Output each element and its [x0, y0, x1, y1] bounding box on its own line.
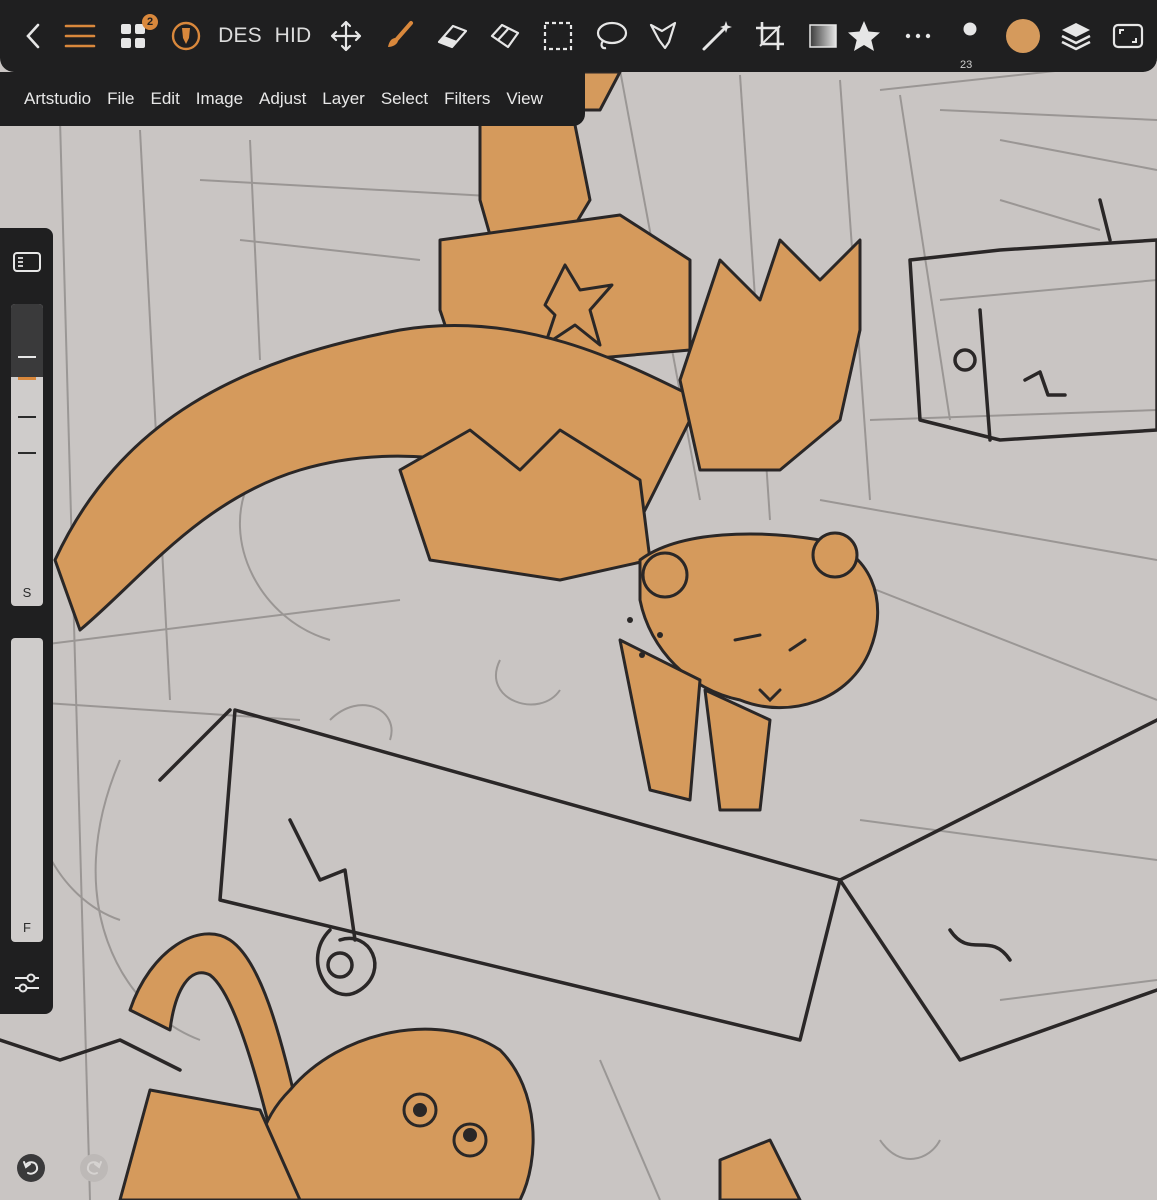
slider-handle[interactable] [18, 377, 36, 380]
brush-size-button[interactable] [955, 14, 985, 44]
move-arrows-icon [330, 20, 362, 52]
eraser-tool-button[interactable] [434, 18, 470, 54]
layers-apps-button[interactable]: 2 [116, 14, 158, 54]
fullscreen-button[interactable] [1110, 18, 1146, 54]
lasso-select-button[interactable] [593, 18, 629, 54]
rect-select-button[interactable] [540, 18, 576, 54]
move-tool-button[interactable] [328, 18, 364, 54]
layers-panel-button[interactable] [1058, 18, 1094, 54]
undo-icon [23, 1161, 39, 1175]
menu-artstudio[interactable]: Artstudio [24, 89, 91, 109]
crop-icon [756, 22, 784, 50]
paintbrush-icon [388, 21, 413, 47]
layers-stack-icon [1061, 23, 1091, 51]
menu-bar: Artstudio File Edit Image Adjust Layer S… [0, 72, 585, 126]
marquee-select-icon [543, 21, 573, 51]
ellipsis-icon [905, 33, 931, 39]
lasso-icon [596, 21, 628, 50]
magic-wand-icon [702, 21, 732, 51]
brush-tool-button[interactable] [381, 18, 417, 54]
menu-filters[interactable]: Filters [444, 89, 490, 109]
star-icon [848, 21, 880, 51]
panel-toggle-icon [13, 252, 41, 272]
brush-size-slider-fill [11, 304, 43, 377]
favorites-button[interactable] [845, 18, 883, 54]
slider-tick [18, 416, 36, 418]
hamburger-icon [64, 24, 96, 48]
fullscreen-icon [1112, 23, 1144, 49]
slider-tick [18, 356, 36, 358]
polygon-select-button[interactable] [646, 18, 682, 54]
menu-layer[interactable]: Layer [322, 89, 365, 109]
redo-icon [86, 1161, 102, 1175]
size-slider-label: S [22, 585, 32, 600]
pen-nib-circle-icon [171, 21, 201, 51]
brush-size-value: 23 [960, 59, 973, 71]
gradient-icon [809, 24, 837, 48]
brush-size-slider[interactable]: S [11, 304, 43, 606]
magic-wand-button[interactable] [699, 18, 735, 54]
main-menu-button[interactable] [62, 18, 98, 54]
brush-flow-slider[interactable]: F [11, 638, 43, 942]
gradient-tool-button[interactable] [806, 18, 840, 54]
flow-slider-label: F [23, 920, 31, 935]
menu-select[interactable]: Select [381, 89, 428, 109]
hid-button[interactable]: HID [273, 18, 313, 54]
undo-button[interactable] [17, 1154, 45, 1182]
redo-button[interactable] [80, 1154, 108, 1182]
top-toolbar: 2 DES HID 23 [0, 0, 1157, 72]
eraser-icon [437, 24, 468, 49]
back-button[interactable] [18, 18, 48, 54]
menu-edit[interactable]: Edit [151, 89, 180, 109]
polygon-lasso-icon [649, 21, 677, 50]
menu-adjust[interactable]: Adjust [259, 89, 306, 109]
des-button[interactable]: DES [218, 18, 262, 54]
layers-count-badge: 2 [142, 14, 158, 30]
smudge-tool-button[interactable] [487, 18, 523, 54]
sliders-icon [15, 973, 39, 993]
color-swatch-icon [1006, 19, 1040, 53]
brush-dot-icon [963, 22, 977, 36]
drawing-canvas[interactable] [0, 0, 1157, 1200]
more-options-button[interactable] [900, 18, 936, 54]
crop-tool-button[interactable] [752, 18, 788, 54]
diamond-smudge-icon [490, 23, 520, 49]
slider-tick [18, 452, 36, 454]
menu-view[interactable]: View [506, 89, 543, 109]
color-picker-button[interactable] [1005, 18, 1041, 54]
menu-file[interactable]: File [107, 89, 134, 109]
left-tool-panel: S F [0, 228, 53, 1014]
menu-image[interactable]: Image [196, 89, 243, 109]
chevron-left-icon [26, 23, 40, 49]
stylus-pressure-button[interactable] [168, 18, 204, 54]
brush-settings-button[interactable] [11, 248, 43, 276]
brush-adjust-button[interactable] [11, 968, 43, 998]
